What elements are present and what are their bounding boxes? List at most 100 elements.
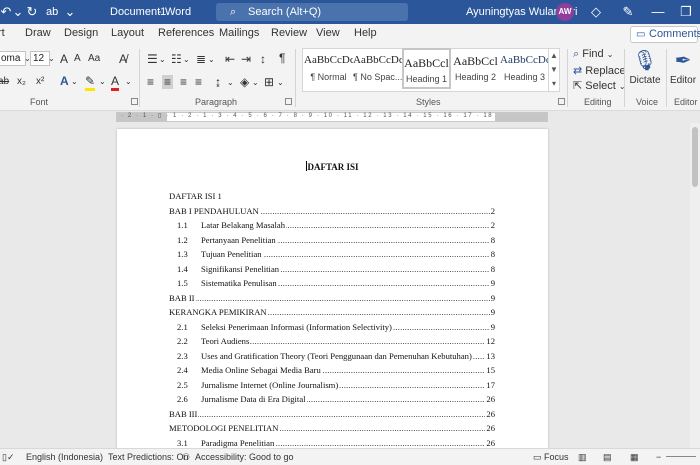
numbering-chevron-icon[interactable]: ⌄ bbox=[183, 53, 190, 67]
proofing-icon[interactable]: ▯✓ bbox=[2, 452, 15, 463]
decrease-indent-icon[interactable]: ⇤ bbox=[225, 52, 235, 66]
avatar[interactable]: AW bbox=[556, 3, 574, 21]
style-normal[interactable]: AaBbCcDc ¶ Normal bbox=[304, 48, 353, 89]
line-spacing-icon[interactable]: ↨ bbox=[215, 75, 221, 89]
toc-entry[interactable]: ........................................… bbox=[177, 364, 495, 376]
toc-entry[interactable]: ........................................… bbox=[169, 291, 495, 304]
vertical-scrollbar[interactable] bbox=[690, 123, 700, 448]
redo-icon[interactable]: ↻ bbox=[24, 4, 40, 20]
minimize-icon[interactable]: — bbox=[650, 4, 666, 20]
superscript-icon[interactable]: x² bbox=[36, 75, 44, 89]
show-formatting-marks-icon[interactable]: ¶ bbox=[279, 51, 285, 65]
line-spacing-chevron-icon[interactable]: ⌄ bbox=[227, 76, 234, 90]
shrink-font-icon[interactable]: A bbox=[74, 52, 81, 66]
toc-entry[interactable]: ........................................… bbox=[177, 335, 495, 347]
find-button[interactable]: ⌕ Find ⌄ bbox=[573, 48, 613, 61]
search-box[interactable]: ⌕ Search (Alt+Q) bbox=[216, 3, 408, 21]
tab-design[interactable]: Design bbox=[64, 27, 98, 39]
paragraph-dialog-launcher-icon[interactable] bbox=[285, 98, 292, 105]
language-status[interactable]: English (Indonesia) bbox=[26, 452, 103, 462]
align-right-icon[interactable]: ≡ bbox=[180, 75, 187, 89]
toc-entry[interactable]: ........................................… bbox=[177, 320, 495, 333]
restore-icon[interactable]: ❐ bbox=[678, 4, 694, 20]
text-effects-icon[interactable]: A bbox=[60, 74, 69, 88]
style-heading-2[interactable]: AaBbCcl Heading 2 bbox=[451, 48, 500, 89]
align-center-icon[interactable]: ≡ bbox=[162, 75, 174, 89]
grow-font-icon[interactable]: A bbox=[60, 52, 68, 66]
text-effects-chevron-icon[interactable]: ⌄ bbox=[71, 75, 78, 89]
scrollbar-thumb[interactable] bbox=[692, 127, 698, 187]
customize-qat-icon[interactable]: ⌄ bbox=[62, 4, 78, 20]
clear-formatting-icon[interactable]: A̸ bbox=[119, 52, 127, 66]
toc-entry[interactable]: ........................................… bbox=[177, 277, 495, 289]
pen-icon[interactable]: ✎ bbox=[620, 4, 636, 20]
font-size-chevron-icon[interactable]: ⌄ bbox=[48, 52, 55, 66]
tab-references[interactable]: References bbox=[158, 27, 214, 39]
dictate-button[interactable]: 🎙 Dictate bbox=[623, 47, 667, 95]
bullets-chevron-icon[interactable]: ⌄ bbox=[159, 53, 166, 67]
font-name-dropdown[interactable]: oma bbox=[0, 51, 26, 66]
sort-icon[interactable]: ↕ bbox=[260, 52, 266, 66]
toc-entry[interactable]: ........................................… bbox=[177, 233, 495, 246]
toc-entry[interactable]: ........................................… bbox=[177, 393, 495, 405]
gallery-down-icon[interactable]: ▼ bbox=[549, 63, 559, 77]
select-button[interactable]: ⇱ Select ⌄ bbox=[573, 79, 626, 92]
comments-button[interactable]: ▭ Comments bbox=[630, 26, 700, 43]
toc-entry[interactable]: ........................................… bbox=[177, 219, 495, 231]
toc-entry[interactable]: ........................................… bbox=[177, 378, 495, 391]
print-layout-icon[interactable]: ▤ bbox=[603, 452, 612, 463]
tab-insert[interactable]: rt bbox=[0, 27, 5, 39]
horizontal-ruler[interactable]: · 2 · 1 · ▯ · 1 · 2 · 1 · 3 · 4 · 5 · 6 … bbox=[116, 112, 548, 122]
focus-button[interactable]: Focus bbox=[544, 452, 569, 462]
style-no-spacing[interactable]: AaBbCcDc ¶ No Spac... bbox=[353, 48, 402, 89]
document-title[interactable]: DAFTAR ISI bbox=[117, 161, 548, 172]
tab-mailings[interactable]: Mailings bbox=[219, 27, 259, 39]
gallery-more-icon[interactable]: ▾ bbox=[549, 77, 559, 91]
read-mode-icon[interactable]: ▥ bbox=[578, 452, 587, 463]
shading-chevron-icon[interactable]: ⌄ bbox=[252, 76, 259, 90]
borders-icon[interactable]: ⊞ bbox=[264, 75, 274, 89]
shading-icon[interactable]: ◈ bbox=[240, 75, 249, 89]
toc-entry[interactable]: ........................................… bbox=[177, 262, 495, 275]
tab-draw[interactable]: Draw bbox=[25, 27, 51, 39]
align-left-icon[interactable]: ≡ bbox=[147, 75, 154, 89]
replace-button[interactable]: ⇄ Replace bbox=[573, 64, 626, 77]
change-case-icon[interactable]: Aa bbox=[88, 52, 100, 66]
font-color-icon[interactable]: A bbox=[111, 74, 120, 91]
highlight-color-icon[interactable]: ✎ bbox=[85, 74, 96, 91]
style-heading-3[interactable]: AaBbCcDc Heading 3 bbox=[500, 48, 549, 89]
web-layout-icon[interactable]: ▦ bbox=[630, 452, 639, 463]
justify-icon[interactable]: ≡ bbox=[195, 75, 202, 89]
tab-help[interactable]: Help bbox=[354, 27, 377, 39]
toc-entry[interactable]: ........................................… bbox=[169, 407, 495, 420]
document-page[interactable]: DAFTAR ISI DAFTAR ISI 1.................… bbox=[117, 129, 548, 448]
tab-review[interactable]: Review bbox=[271, 27, 307, 39]
strikethrough-icon[interactable]: ab bbox=[0, 75, 9, 89]
editor-button[interactable]: ✒ Editor bbox=[664, 47, 700, 95]
font-dialog-launcher-icon[interactable] bbox=[131, 98, 138, 105]
styles-dialog-launcher-icon[interactable] bbox=[558, 98, 565, 105]
subscript-icon[interactable]: x₂ bbox=[17, 75, 26, 89]
multilevel-chevron-icon[interactable]: ⌄ bbox=[208, 53, 215, 67]
toc-entry[interactable]: DAFTAR ISI 1 bbox=[169, 190, 495, 202]
multilevel-list-icon[interactable]: ≣ bbox=[196, 52, 206, 66]
text-predictions-status[interactable]: Text Predictions: On bbox=[108, 452, 189, 462]
premium-diamond-icon[interactable]: ◇ bbox=[588, 4, 604, 20]
increase-indent-icon[interactable]: ⇥ bbox=[241, 52, 251, 66]
gallery-up-icon[interactable]: ▲ bbox=[549, 49, 559, 63]
font-color-chevron-icon[interactable]: ⌄ bbox=[125, 75, 132, 89]
tab-layout[interactable]: Layout bbox=[111, 27, 144, 39]
toc-entry[interactable]: ........................................… bbox=[177, 248, 495, 260]
zoom-slider[interactable] bbox=[666, 456, 696, 457]
accessibility-status[interactable]: Accessibility: Good to go bbox=[195, 452, 294, 462]
numbering-icon[interactable]: ☷ bbox=[171, 52, 182, 66]
toc-entry[interactable]: ........................................… bbox=[169, 422, 495, 434]
autosave-label[interactable]: ab bbox=[46, 0, 58, 24]
toc-entry[interactable]: ........................................… bbox=[177, 436, 495, 448]
highlight-chevron-icon[interactable]: ⌄ bbox=[99, 75, 106, 89]
tab-view[interactable]: View bbox=[316, 27, 340, 39]
toc-entry[interactable]: ........................................… bbox=[177, 349, 495, 362]
toc-entry[interactable]: ........................................… bbox=[169, 204, 495, 217]
style-heading-1[interactable]: AaBbCcl Heading 1 bbox=[402, 48, 451, 89]
zoom-out-icon[interactable]: − bbox=[656, 452, 661, 462]
